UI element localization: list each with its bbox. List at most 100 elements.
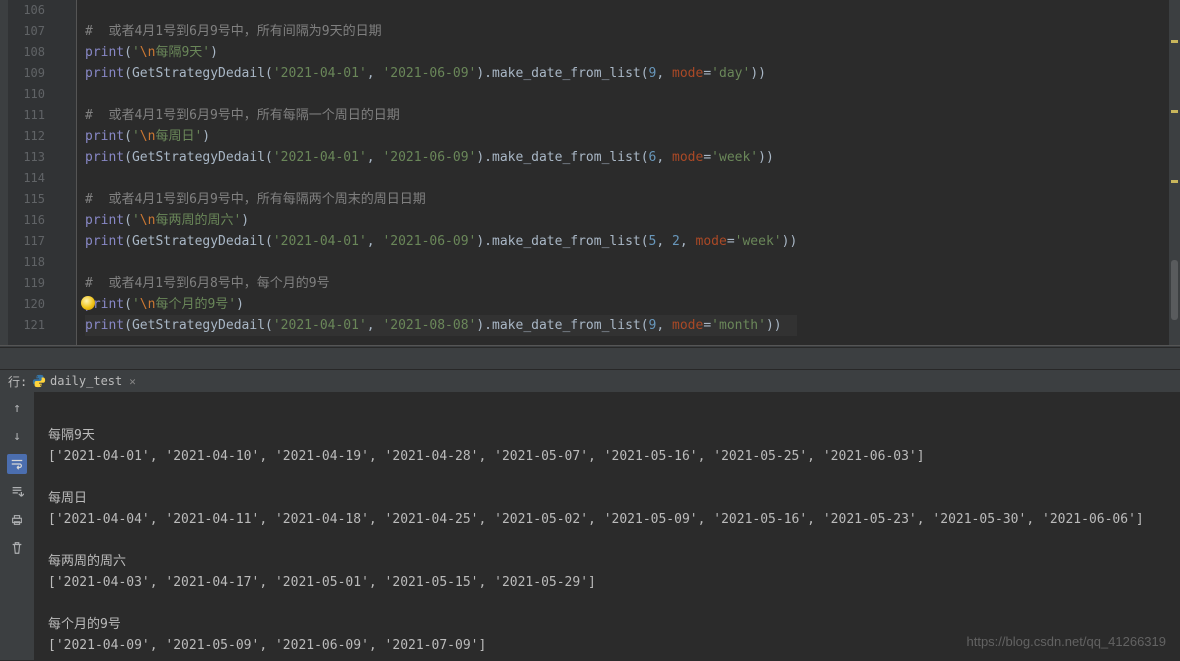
code-token: '2021-08-08' <box>382 318 476 333</box>
line-number[interactable]: 119 <box>8 273 45 294</box>
code-line[interactable]: # 或者4月1号到6月9号中，所有每隔两个周末的周日日期 <box>85 189 797 210</box>
line-number[interactable]: 117 <box>8 231 45 252</box>
code-line[interactable]: print(GetStrategyDedail('2021-04-01', '2… <box>85 315 797 336</box>
code-token: ( <box>124 45 132 60</box>
code-token: ) <box>202 129 210 144</box>
code-line[interactable] <box>85 252 797 273</box>
line-number[interactable]: 108 <box>8 42 45 63</box>
close-icon[interactable]: ✕ <box>126 375 136 388</box>
line-number[interactable]: 112 <box>8 126 45 147</box>
code-token: '2021-06-09' <box>382 150 476 165</box>
intention-bulb-icon[interactable] <box>81 296 95 310</box>
editor-scrollbar[interactable] <box>1169 0 1180 345</box>
scroll-to-end-icon[interactable] <box>7 482 27 502</box>
code-line[interactable]: # 或者4月1号到6月9号中，所有间隔为9天的日期 <box>85 21 797 42</box>
code-token: , <box>367 66 383 81</box>
line-number[interactable]: 107 <box>8 21 45 42</box>
warning-marker[interactable] <box>1171 40 1178 43</box>
code-token: ' <box>132 129 140 144</box>
code-token: print <box>85 213 124 228</box>
line-number[interactable]: 110 <box>8 84 45 105</box>
line-number[interactable]: 109 <box>8 63 45 84</box>
code-token: mode <box>696 234 727 249</box>
code-token: print <box>85 150 124 165</box>
line-number[interactable]: 118 <box>8 252 45 273</box>
code-token: '2021-06-09' <box>382 66 476 81</box>
code-token: , <box>656 318 672 333</box>
code-token: ) <box>210 45 218 60</box>
code-line[interactable]: # 或者4月1号到6月9号中，所有每隔一个周日的日期 <box>85 105 797 126</box>
code-token: ).make_date_from_list( <box>476 318 648 333</box>
code-token: = <box>703 150 711 165</box>
code-token: , <box>656 150 672 165</box>
console-output[interactable]: 每隔9天 ['2021-04-01', '2021-04-10', '2021-… <box>34 392 1144 660</box>
code-token: '2021-04-01' <box>273 234 367 249</box>
console-pane: ↑ ↓ 每隔9天 ['2021-04-01', '2021-04-10', '2… <box>0 392 1180 660</box>
code-token: \n <box>140 213 156 228</box>
code-token: # 或者4月1号到6月9号中，所有间隔为9天的日期 <box>85 24 382 39</box>
code-token: ).make_date_from_list( <box>476 66 648 81</box>
code-token: )) <box>750 66 766 81</box>
soft-wrap-icon[interactable] <box>7 454 27 474</box>
line-number[interactable]: 113 <box>8 147 45 168</box>
code-line[interactable] <box>85 84 797 105</box>
code-token: 每隔9天' <box>155 45 210 60</box>
code-token: mode <box>672 150 703 165</box>
code-token: (GetStrategyDedail( <box>124 66 273 81</box>
code-token: , <box>656 234 672 249</box>
line-number[interactable]: 115 <box>8 189 45 210</box>
fold-strip[interactable] <box>53 0 77 345</box>
code-line[interactable]: print('\n每两周的周六') <box>85 210 797 231</box>
code-token: mode <box>672 66 703 81</box>
code-line[interactable]: print('\n每隔9天') <box>85 42 797 63</box>
code-token: ' <box>132 297 140 312</box>
run-tool-label: 行: <box>0 373 26 390</box>
code-token: mode <box>672 318 703 333</box>
code-token: )) <box>782 234 798 249</box>
code-line[interactable]: # 或者4月1号到6月8号中，每个月的9号 <box>85 273 797 294</box>
arrow-up-icon[interactable]: ↑ <box>7 398 27 418</box>
code-line[interactable]: print(GetStrategyDedail('2021-04-01', '2… <box>85 147 797 168</box>
code-line[interactable]: print('\n每周日') <box>85 126 797 147</box>
run-config-name: daily_test <box>50 374 122 388</box>
code-line[interactable] <box>85 0 797 21</box>
code-token: , <box>367 318 383 333</box>
code-token: ' <box>132 213 140 228</box>
run-config-tab[interactable]: daily_test ✕ <box>26 370 142 392</box>
warning-marker[interactable] <box>1171 110 1178 113</box>
line-number[interactable]: 114 <box>8 168 45 189</box>
warning-marker[interactable] <box>1171 180 1178 183</box>
scrollbar-thumb[interactable] <box>1171 260 1178 320</box>
code-line[interactable]: print(GetStrategyDedail('2021-04-01', '2… <box>85 231 797 252</box>
code-token: 'week' <box>735 234 782 249</box>
print-icon[interactable] <box>7 510 27 530</box>
code-token: '2021-04-01' <box>273 150 367 165</box>
line-number[interactable]: 121 <box>8 315 45 336</box>
code-token: ).make_date_from_list( <box>476 150 648 165</box>
code-token: )) <box>766 318 782 333</box>
code-line[interactable]: print('\n每个月的9号') <box>85 294 797 315</box>
code-line[interactable] <box>85 168 797 189</box>
code-token: # 或者4月1号到6月8号中，每个月的9号 <box>85 276 330 291</box>
trash-icon[interactable] <box>7 538 27 558</box>
code-line[interactable]: print(GetStrategyDedail('2021-04-01', '2… <box>85 63 797 84</box>
watermark-text: https://blog.csdn.net/qq_41266319 <box>967 634 1167 649</box>
code-token: ) <box>236 297 244 312</box>
line-number[interactable]: 106 <box>8 0 45 21</box>
code-token: ( <box>124 213 132 228</box>
code-token: print <box>85 129 124 144</box>
code-token: \n <box>140 297 156 312</box>
code-token: (GetStrategyDedail( <box>124 150 273 165</box>
console-toolbar: ↑ ↓ <box>0 392 34 660</box>
line-number[interactable]: 111 <box>8 105 45 126</box>
arrow-down-icon[interactable]: ↓ <box>7 426 27 446</box>
code-editor[interactable]: # 或者4月1号到6月9号中，所有间隔为9天的日期print('\n每隔9天')… <box>77 0 797 345</box>
line-number[interactable]: 120 <box>8 294 45 315</box>
code-token: = <box>703 66 711 81</box>
code-token: '2021-04-01' <box>273 66 367 81</box>
line-number[interactable]: 116 <box>8 210 45 231</box>
code-token: 'month' <box>711 318 766 333</box>
line-number-gutter[interactable]: 1061071081091101111121131141151161171181… <box>8 0 53 345</box>
editor-pane: 1061071081091101111121131141151161171181… <box>0 0 1180 345</box>
code-token: # 或者4月1号到6月9号中，所有每隔两个周末的周日日期 <box>85 192 426 207</box>
